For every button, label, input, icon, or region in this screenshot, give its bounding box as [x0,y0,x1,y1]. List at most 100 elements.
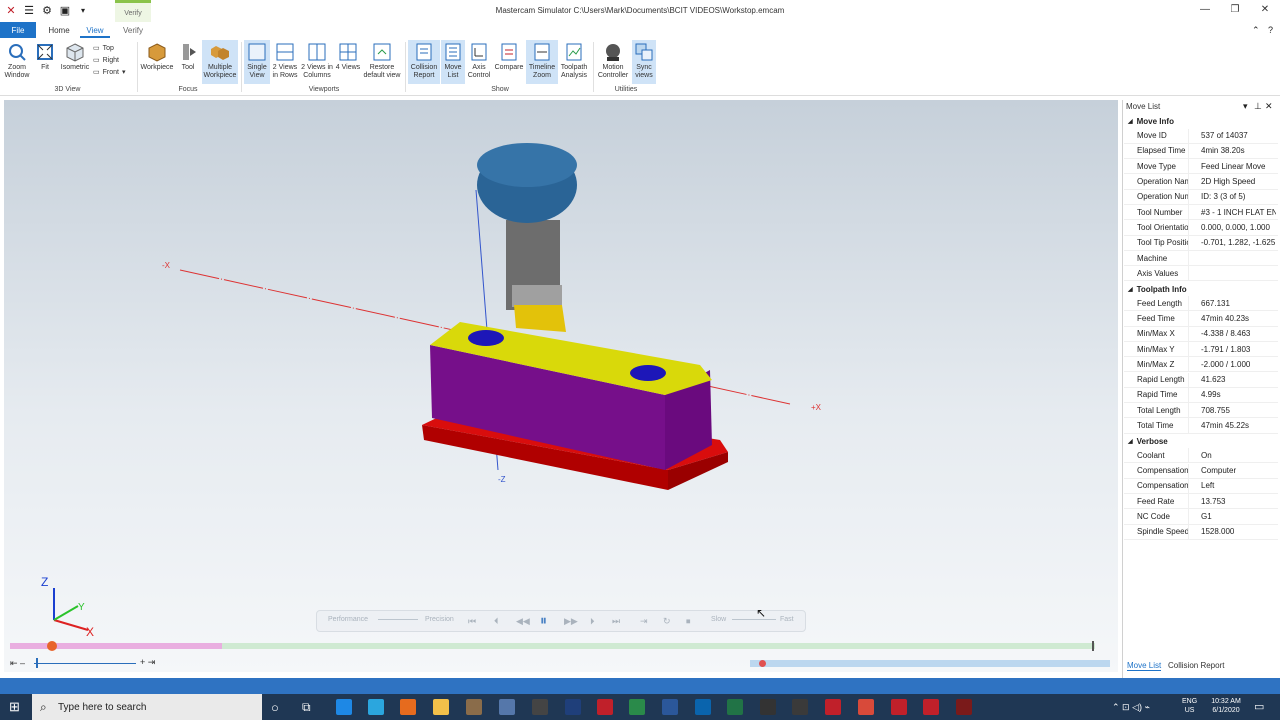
property-name: Compensation D [1137,481,1188,491]
excel-icon[interactable] [727,699,743,715]
property-row[interactable]: Machine [1124,250,1278,267]
app-icon[interactable] [466,699,482,715]
section-header[interactable]: ◢ Toolpath Info [1124,282,1278,297]
property-name: Feed Time [1137,313,1175,323]
collapse-triangle-icon[interactable]: ◢ [1128,286,1133,293]
file-explorer-icon[interactable] [433,699,449,715]
property-row[interactable]: Min/Max X -4.338 / 8.463 [1124,326,1278,342]
property-name: Elapsed Time [1137,146,1186,156]
property-row[interactable]: Spindle Speed 1528.000 [1124,524,1278,540]
section-header[interactable]: ◢ Verbose [1124,434,1278,449]
step-back-icon[interactable]: ⏴ [494,616,499,627]
back-icon[interactable]: ◀◀ [516,616,530,627]
property-value: Left [1188,478,1276,494]
property-row[interactable]: Elapsed Time 4min 38.20s [1124,143,1278,160]
zoom-slider-thumb[interactable] [36,658,38,668]
search-placeholder: Type here to search [58,701,147,713]
app-icon[interactable] [760,699,776,715]
acrobat-icon[interactable] [597,699,613,715]
clock[interactable]: 10:32 AM 6/1/2020 [1204,697,1248,715]
property-row[interactable]: Operation Name2D High Speed [1124,174,1278,190]
property-value [1188,266,1276,281]
solidworks-2020-icon[interactable] [891,699,907,715]
loop-icon[interactable]: ↻ [663,616,671,627]
help-icon[interactable]: ? [1268,25,1273,35]
property-value: Feed Linear Move [1188,159,1276,174]
collapse-triangle-icon[interactable]: ◢ [1128,438,1133,445]
timeline-marker-icon[interactable] [47,641,57,651]
property-name: Axis Values [1137,268,1179,278]
property-row[interactable]: Tool Orientation 0.000, 0.000, 1.000 [1124,220,1278,236]
property-row[interactable]: Total Time 47min 45.22s [1124,418,1278,434]
word-icon[interactable] [662,699,678,715]
fast-label: Fast [780,616,794,623]
stop-condition-icon[interactable]: ⇥ [640,616,648,627]
property-row[interactable]: Feed Rate 13.753 [1124,494,1278,510]
timeline-zoom-track[interactable] [750,660,1110,667]
mastercam-icon[interactable] [956,699,972,715]
property-row[interactable]: Move Type Feed Linear Move [1124,159,1278,175]
section-header[interactable]: ◢ Move Info [1124,114,1278,129]
zoom-slider[interactable] [34,663,136,664]
solidworks-icon[interactable] [825,699,841,715]
rewind-icon[interactable]: ⏮ [468,616,476,627]
property-row[interactable]: NC Code G1 [1124,509,1278,525]
end-icon[interactable]: ⏭ [612,616,620,627]
collapse-ribbon-icon[interactable]: ⌃ [1252,25,1260,36]
panel-menu-icon[interactable]: ▾ [1243,101,1248,112]
edge-icon[interactable] [368,699,384,715]
task-view-icon[interactable]: ⧉ [302,700,311,715]
property-row[interactable]: Compensation TComputer [1124,463,1278,479]
property-row[interactable]: Rapid Time 4.99s [1124,387,1278,404]
property-name: Tool Tip Position [1137,238,1188,248]
language-indicator[interactable]: ENG US [1182,697,1197,715]
property-row[interactable]: Coolant On [1124,448,1278,464]
bottom-tab-move-list[interactable]: Move List [1127,661,1162,671]
app-icon[interactable] [858,699,874,715]
pause-icon[interactable]: ⏸ [540,612,547,629]
calculator-icon[interactable] [532,699,548,715]
cortana-icon[interactable]: ○ [271,700,279,715]
app-icon[interactable] [499,699,515,715]
property-name: Total Length [1137,405,1181,415]
bottom-tab-collision-report[interactable]: Collision Report [1168,661,1224,670]
stop-at-icon[interactable]: ⏹ [686,616,691,627]
outlook-icon[interactable] [695,699,711,715]
speed-slider[interactable] [732,619,776,620]
edge-legacy-icon[interactable] [336,699,352,715]
taskbar-search[interactable]: Type here to search [32,694,262,720]
solidworks-2020-icon[interactable] [923,699,939,715]
property-row[interactable]: Tool Number #3 - 1 INCH FLAT EN [1124,205,1278,221]
property-row[interactable]: Feed Time 47min 40.23s [1124,311,1278,327]
property-row[interactable]: Move ID 537 of 14037 [1124,128,1278,144]
timeline-zoom-marker-icon[interactable] [759,660,766,667]
pin-icon[interactable]: ⊥ [1254,101,1262,112]
app-icon[interactable] [792,699,808,715]
property-value: 4.99s [1188,387,1276,403]
zoom-in-icon[interactable]: + ⇥ [140,657,155,668]
tray-icons[interactable]: ⌃ ⊡ ◁) ⌁ [1112,702,1150,713]
collapse-triangle-icon[interactable]: ◢ [1128,118,1133,125]
property-row[interactable]: Rapid Length 41.623 [1124,372,1278,388]
property-row[interactable]: Tool Tip Position-0.701, 1.282, -1.625 [1124,235,1278,251]
quality-slider[interactable] [378,619,418,620]
property-row[interactable]: Min/Max Y -1.791 / 1.803 [1124,341,1278,358]
property-row[interactable]: Min/Max Z -2.000 / 1.000 [1124,357,1278,373]
property-row[interactable]: Feed Length 667.131 [1124,296,1278,312]
minimize-icon[interactable]: — [1190,4,1220,15]
photoshop-icon[interactable] [565,699,581,715]
property-row[interactable]: Operation NumbID: 3 (3 of 5) [1124,189,1278,205]
firefox-icon[interactable] [400,699,416,715]
restore-icon[interactable]: ❐ [1220,4,1250,15]
property-row[interactable]: Axis Values [1124,266,1278,282]
property-row[interactable]: Compensation DLeft [1124,478,1278,495]
property-row[interactable]: Total Length 708.755 [1124,403,1278,419]
forward-icon[interactable]: ▶▶ [564,616,578,627]
step-forward-icon[interactable]: ⏵ [590,616,595,627]
notification-icon[interactable]: ▭ [1254,700,1264,713]
zoom-out-icon[interactable]: ⇤ – [10,658,25,669]
close-icon[interactable]: ✕ [1250,4,1280,15]
panel-close-icon[interactable]: ✕ [1265,101,1273,112]
windows-start-icon[interactable]: ⊞ [9,700,23,714]
notepad-plus-icon[interactable] [629,699,645,715]
